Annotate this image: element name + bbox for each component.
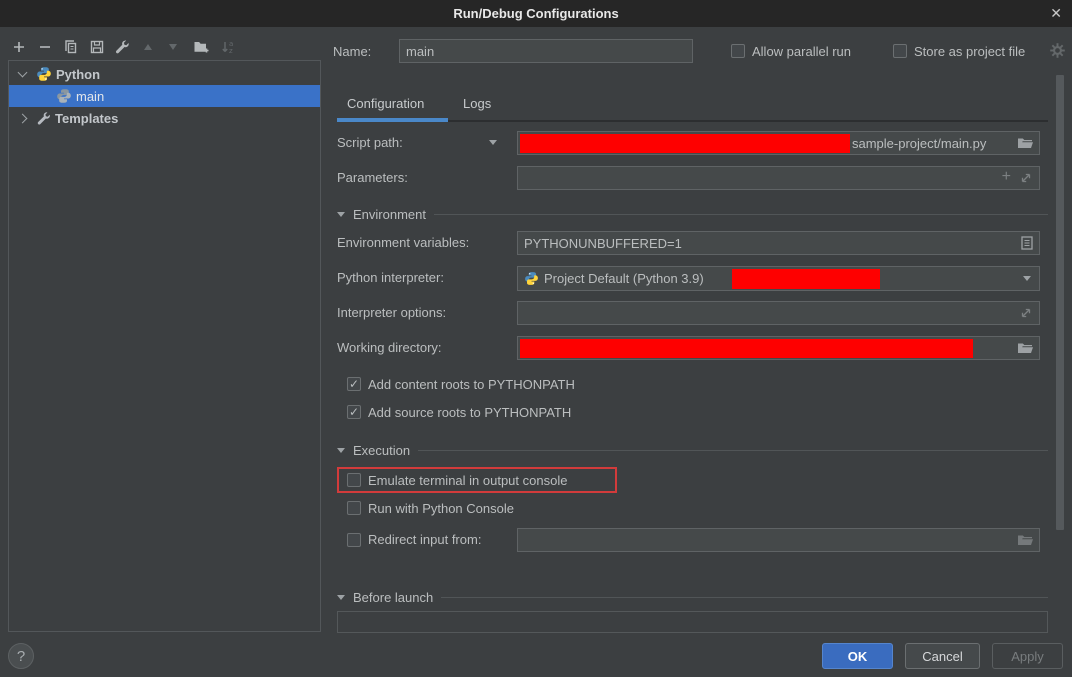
chevron-right-icon[interactable] (18, 113, 28, 123)
combobox-arrow-icon[interactable] (1023, 276, 1031, 281)
working-directory-label: Working directory: (337, 340, 442, 355)
tree-item-python[interactable]: Python (9, 63, 320, 85)
save-icon[interactable] (88, 38, 106, 56)
tree-item-label[interactable]: Templates (55, 111, 118, 126)
run-with-python-console-checkbox[interactable] (347, 501, 361, 515)
wrench-icon (36, 111, 51, 126)
apply-button[interactable]: Apply (992, 643, 1063, 669)
active-tab-indicator (337, 118, 448, 122)
help-icon: ? (17, 648, 25, 665)
add-macro-icon[interactable]: + (1002, 168, 1011, 186)
environment-variables-value: PYTHONUNBUFFERED=1 (524, 236, 682, 251)
environment-section-header[interactable]: Environment (337, 206, 1048, 222)
ok-button[interactable]: OK (822, 643, 893, 669)
name-field[interactable] (399, 39, 693, 63)
script-path-value: sample-project/main.py (852, 136, 986, 151)
add-content-roots-label[interactable]: Add content roots to PYTHONPATH (368, 377, 575, 392)
folder-icon[interactable] (1017, 534, 1033, 547)
section-label: Execution (353, 443, 410, 458)
store-as-project-file-label[interactable]: Store as project file (914, 44, 1025, 59)
run-with-python-console-label[interactable]: Run with Python Console (368, 501, 514, 516)
section-collapse-icon[interactable] (337, 595, 345, 600)
chevron-down-icon[interactable] (18, 68, 28, 78)
store-as-project-file-checkbox[interactable] (893, 44, 907, 58)
before-launch-task-list[interactable] (337, 611, 1048, 633)
vertical-scrollbar[interactable] (1056, 75, 1064, 530)
add-source-roots-label[interactable]: Add source roots to PYTHONPATH (368, 405, 571, 420)
section-label: Environment (353, 207, 426, 222)
script-path-field[interactable]: sample-project/main.py (517, 131, 1040, 155)
expand-field-icon[interactable] (1019, 306, 1033, 320)
before-launch-section-header[interactable]: Before launch (337, 589, 1048, 605)
svg-text:z: z (229, 47, 233, 55)
cancel-button[interactable]: Cancel (905, 643, 980, 669)
help-button[interactable]: ? (8, 643, 34, 669)
redacted-text (520, 339, 973, 358)
new-folder-icon[interactable] (192, 38, 210, 56)
parameters-label: Parameters: (337, 170, 408, 185)
redacted-text (520, 134, 850, 153)
tree-item-label[interactable]: Python (56, 67, 100, 82)
close-icon[interactable]: ✕ (1050, 4, 1062, 22)
sort-alphabetically-icon[interactable]: az (219, 38, 237, 56)
section-divider (418, 450, 1048, 451)
copy-icon[interactable] (62, 38, 80, 56)
section-label: Before launch (353, 590, 433, 605)
script-path-chevron-icon[interactable] (489, 140, 497, 145)
python-icon (524, 271, 539, 286)
add-icon[interactable] (10, 38, 28, 56)
environment-variables-label: Environment variables: (337, 235, 469, 250)
interpreter-options-field[interactable] (517, 301, 1040, 325)
python-interpreter-label: Python interpreter: (337, 270, 444, 285)
interpreter-options-label: Interpreter options: (337, 305, 446, 320)
redirect-input-field[interactable] (517, 528, 1040, 552)
add-content-roots-checkbox[interactable] (347, 377, 361, 391)
python-icon (36, 66, 52, 82)
script-path-label: Script path: (337, 135, 403, 150)
configurations-tree: Python main Templates (8, 60, 321, 632)
section-divider (434, 214, 1048, 215)
redacted-text (732, 269, 880, 289)
parameters-field[interactable]: + (517, 166, 1040, 190)
section-divider (441, 597, 1048, 598)
remove-icon[interactable] (36, 38, 54, 56)
redirect-input-label[interactable]: Redirect input from: (368, 532, 481, 547)
edit-variables-icon[interactable] (1021, 236, 1033, 250)
expand-field-icon[interactable] (1019, 171, 1033, 185)
redirect-input-checkbox[interactable] (347, 533, 361, 547)
python-interpreter-value: Project Default (Python 3.9) (544, 271, 704, 286)
execution-section-header[interactable]: Execution (337, 442, 1048, 458)
python-gray-icon (56, 88, 72, 104)
move-up-icon[interactable] (139, 38, 157, 56)
tab-configuration[interactable]: Configuration (347, 96, 424, 111)
python-interpreter-combobox[interactable]: Project Default (Python 3.9) (517, 266, 1040, 291)
working-directory-field[interactable] (517, 336, 1040, 360)
tree-item-main[interactable]: main (9, 85, 320, 107)
run-debug-configurations-dialog: Run/Debug Configurations ✕ az Python (0, 0, 1072, 677)
tree-item-templates[interactable]: Templates (9, 107, 320, 129)
tab-logs[interactable]: Logs (463, 96, 491, 111)
edit-templates-icon[interactable] (113, 38, 131, 56)
move-down-icon[interactable] (164, 38, 182, 56)
add-source-roots-checkbox[interactable] (347, 405, 361, 419)
gear-icon[interactable] (1050, 43, 1065, 58)
section-collapse-icon[interactable] (337, 448, 345, 453)
folder-icon[interactable] (1017, 137, 1033, 150)
tree-item-label[interactable]: main (76, 89, 104, 104)
section-collapse-icon[interactable] (337, 212, 345, 217)
name-label: Name: (333, 44, 371, 59)
title-bar: Run/Debug Configurations ✕ (0, 0, 1072, 27)
folder-icon[interactable] (1017, 342, 1033, 355)
dialog-title: Run/Debug Configurations (453, 6, 618, 21)
allow-parallel-run-label[interactable]: Allow parallel run (752, 44, 851, 59)
allow-parallel-run-checkbox[interactable] (731, 44, 745, 58)
emulate-terminal-checkbox[interactable] (347, 473, 361, 487)
environment-variables-field[interactable]: PYTHONUNBUFFERED=1 (517, 231, 1040, 255)
emulate-terminal-label[interactable]: Emulate terminal in output console (368, 473, 567, 488)
name-input[interactable] (406, 44, 686, 59)
